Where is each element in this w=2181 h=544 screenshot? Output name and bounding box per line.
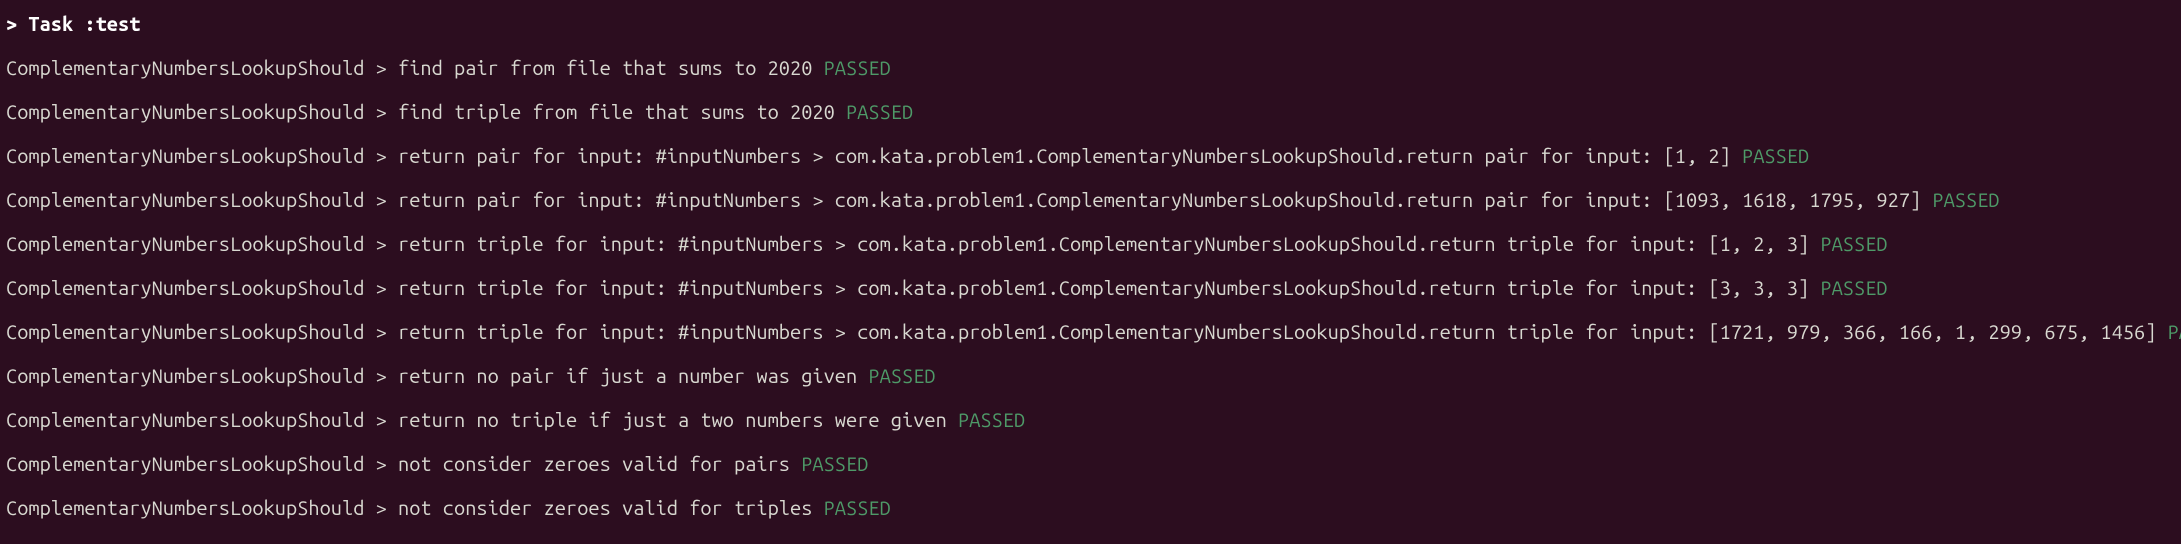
- test-result-line: ComplementaryNumbersLookupShould > retur…: [6, 184, 2175, 216]
- test-description: ComplementaryNumbersLookupShould > find …: [6, 56, 824, 79]
- test-description: ComplementaryNumbersLookupShould > find …: [6, 100, 846, 123]
- test-description: ComplementaryNumbersLookupShould > retur…: [6, 320, 2168, 343]
- test-status: PASSED: [824, 496, 891, 519]
- task-label: Task :test: [28, 12, 140, 35]
- test-status: PASSED: [868, 364, 935, 387]
- test-description: ComplementaryNumbersLookupShould > retur…: [6, 364, 868, 387]
- test-description: ComplementaryNumbersLookupShould > retur…: [6, 408, 958, 431]
- test-description: ComplementaryNumbersLookupShould > retur…: [6, 144, 1742, 167]
- test-status: PASSED: [801, 452, 868, 475]
- task-header: > Task :test: [6, 8, 2175, 40]
- test-description: ComplementaryNumbersLookupShould > retur…: [6, 232, 1820, 255]
- test-result-line: ComplementaryNumbersLookupShould > not c…: [6, 492, 2175, 524]
- test-result-line: ComplementaryNumbersLookupShould > retur…: [6, 360, 2175, 392]
- test-status: PASSED: [1820, 232, 1887, 255]
- test-status: PASSED: [846, 100, 913, 123]
- prompt-char: >: [6, 12, 17, 35]
- test-description: ComplementaryNumbersLookupShould > retur…: [6, 188, 1932, 211]
- test-description: ComplementaryNumbersLookupShould > retur…: [6, 276, 1820, 299]
- test-status: PASSED: [958, 408, 1025, 431]
- test-result-line: ComplementaryNumbersLookupShould > find …: [6, 52, 2175, 84]
- test-status: PASSED: [2168, 320, 2181, 343]
- test-status: PASSED: [824, 56, 891, 79]
- test-result-line: ComplementaryNumbersLookupShould > retur…: [6, 316, 2175, 348]
- test-status: PASSED: [1932, 188, 1999, 211]
- test-status: PASSED: [1820, 276, 1887, 299]
- test-description: ComplementaryNumbersLookupShould > not c…: [6, 452, 801, 475]
- test-status: PASSED: [1742, 144, 1809, 167]
- test-result-line: ComplementaryNumbersLookupShould > retur…: [6, 228, 2175, 260]
- test-output: ComplementaryNumbersLookupShould > find …: [6, 52, 2175, 524]
- test-result-line: ComplementaryNumbersLookupShould > not c…: [6, 448, 2175, 480]
- test-result-line: ComplementaryNumbersLookupShould > retur…: [6, 272, 2175, 304]
- test-description: ComplementaryNumbersLookupShould > not c…: [6, 496, 824, 519]
- test-result-line: ComplementaryNumbersLookupShould > retur…: [6, 140, 2175, 172]
- test-result-line: ComplementaryNumbersLookupShould > find …: [6, 96, 2175, 128]
- test-result-line: ComplementaryNumbersLookupShould > retur…: [6, 404, 2175, 436]
